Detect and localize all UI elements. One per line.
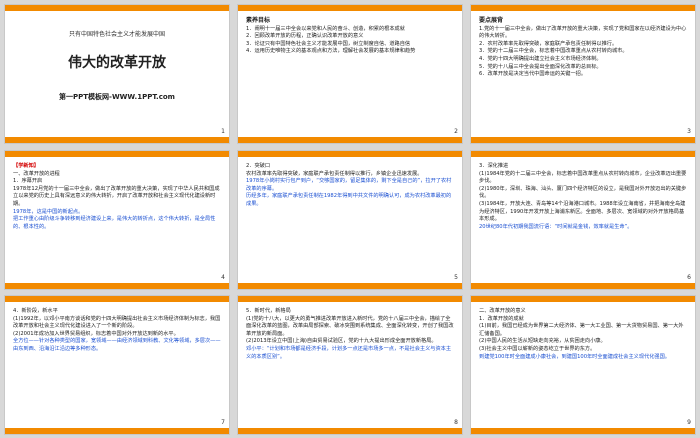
slide-5-line-1: 2．突破口 [246, 163, 271, 169]
slide-4-line-1: 【学新知】 [13, 163, 39, 169]
slide-8-line-1: 5．新时代，新格局 [246, 308, 291, 314]
slide-top-bar [5, 296, 229, 302]
slide-9-line-3: (1)目前，我国已经成为世界第二大经济体、第一大工业国、第一大货物贸易国、第一大… [479, 323, 684, 337]
slide-bottom-bar [238, 283, 462, 289]
slide-7-line-2: (1)1992年，以邓小平南方谈话和党的十四大明确提出社会主义市场经济体制为标志… [13, 315, 221, 330]
slide-1-top-line: 只有中国特色社会主义才能发展中国 [68, 31, 165, 38]
slide-thumbnail-8[interactable]: 5．新时代，新格局 (1)党的十八大，以更大的勇气推进改革开放进入新时代，党的十… [237, 295, 463, 435]
slide-top-bar [5, 151, 229, 157]
slide-3-line-3: 3．党的十二届三中全会，标志着中国改革重点从农村转向城市。 [479, 48, 628, 55]
slide-1-title: 伟大的改革开放 [68, 55, 166, 71]
slide-3-line-1: 1.党的十一届三中全会，做出了改革开放的重大决策，实现了党和国家在以经济建设为中… [479, 25, 687, 40]
slide-bottom-bar [471, 137, 695, 143]
slide-2-line-4: 4．运用历史唯物主义的基本观点和方法，理解社会发展的基本规律和趋势 [246, 48, 416, 55]
slide-bottom-bar [5, 428, 229, 434]
slide-1-site: 第一PPT模板网-WWW.1PPT.com [59, 93, 175, 101]
slide-thumbnail-3[interactable]: 要点展背 1.党的十一届三中全会，做出了改革开放的重大决策，实现了党和国家在以经… [470, 4, 696, 144]
slide-thumbnail-9[interactable]: 二、改革开放的意义 1．改革开放的成就 (1)目前，我国已经成为世界第二大经济体… [470, 295, 696, 435]
slide-top-bar [5, 5, 229, 11]
slide-top-bar [238, 151, 462, 157]
slide-bottom-bar [471, 283, 695, 289]
slide-7-line-1: 4．新阶段，新水平 [13, 308, 58, 314]
slide-thumbnail-2[interactable]: 素养目标 1．阐明十一届三中全会以来党和人民的奋斗、创造，积累的根本成就 2．回… [237, 4, 463, 144]
slide-7-line-4: 全方位——针对各种类型的国家，宽领域——由经济领域到科教、文化等领域，多层次——… [13, 338, 221, 352]
slide-number: 2 [454, 128, 458, 135]
slide-3-heading: 要点展背 [479, 17, 504, 24]
slide-number: 8 [454, 419, 458, 426]
slide-bottom-bar [238, 137, 462, 143]
slide-9-line-6: 到建党100年时全面建成小康社会，到建国100年时全面建成社会主义现代化强国。 [479, 353, 670, 360]
slide-top-bar [238, 296, 462, 302]
slide-6-line-2: (1)1984年党的十二届三中全会，标志着中国改革重点从农村转向城市，企业改革迈… [479, 170, 687, 185]
slide-6-line-4: (3)1984年，开放大连、青岛等14个沿海港口城市。1988年设立海南省，并把… [479, 200, 686, 223]
slide-2-line-2: 2．回顾改革开放的历程，正确认识改革开放的意义 [246, 33, 364, 40]
slide-bottom-bar [5, 137, 229, 143]
slide-9-line-4: (2)中国人民的生活从短缺走向充裕，从贫困走向小康。 [479, 338, 606, 345]
slide-8-line-2: (1)党的十八大，以更大的勇气推进改革开放进入新时代，党的十八届三中全会，描绘了… [246, 315, 454, 337]
slide-8-line-4: 邓小平：“计划和市场都是经济手段，计划多一点还是市场多一点，不是社会主义与资本主… [246, 345, 452, 360]
slide-thumbnail-5[interactable]: 2．突破口 农村改革率先取得突破，家庭联产承包责任制得以推行，乡镇企业迅速发展。… [237, 150, 463, 290]
slide-bottom-bar [238, 428, 462, 434]
slide-number: 1 [221, 128, 225, 135]
slide-4-line-3: 1．序幕开启 [13, 178, 43, 185]
slide-6-line-1: 3．深化推进 [479, 163, 509, 169]
slide-6-line-5: 20世纪80年代初期我国流行语：“时间就是金钱，效率就是生命”。 [479, 223, 633, 230]
slide-4-line-6: 把工作重心由阶级斗争转移到经济建设上来，是伟大的转折点，这个伟大转折，是全局性的… [13, 216, 216, 230]
slide-6-line-3: (2)1980年，深圳、珠海、汕头、厦门四个经济特区的设立，是我国对外开放迈出的… [479, 185, 687, 200]
slide-number: 3 [687, 128, 691, 135]
slide-top-bar [471, 151, 695, 157]
slide-8-line-3: (2)2013年设立中国(上海)自由贸易试验区，党的十九大提出形成全面开放新格局… [246, 338, 437, 345]
slide-number: 7 [221, 419, 225, 426]
slide-top-bar [238, 5, 462, 11]
slide-bottom-bar [471, 428, 695, 434]
slide-9-line-5: (3)社会主义中国以崭新的姿态屹立于世界的东方。 [479, 345, 596, 352]
slide-5-line-4: 历经多年，家庭联产承包责任制在1982年得到中共文件的明确认可，成为农村改革最初… [246, 193, 452, 207]
slide-4-line-4: 1978年12月党的十一届三中全会，做出了改革开放的重大决策，实现了中华人民共和… [13, 185, 220, 207]
slide-number: 5 [454, 274, 458, 281]
slide-thumbnail-4[interactable]: 【学新知】 一、改革开放的进程 1．序幕开启 1978年12月党的十一届三中全会… [4, 150, 230, 290]
slide-4-line-2: 一、改革开放的进程 [13, 170, 60, 177]
slide-number: 6 [687, 274, 691, 281]
slide-thumbnail-7[interactable]: 4．新阶段，新水平 (1)1992年，以邓小平南方谈话和党的十四大明确提出社会主… [4, 295, 230, 435]
slide-number: 4 [221, 274, 225, 281]
slide-number: 9 [687, 419, 691, 426]
slide-thumbnail-1[interactable]: 只有中国特色社会主义才能发展中国 伟大的改革开放 第一PPT模板网-WWW.1P… [4, 4, 230, 144]
slide-top-bar [471, 296, 695, 302]
slide-bottom-bar [5, 283, 229, 289]
slide-5-line-3: 1978年小岗村实行包产到户，“交够国家的，留足集体的，剩下全是自己的”，拉开了… [246, 178, 452, 192]
slide-9-line-1: 二、改革开放的意义 [479, 308, 526, 314]
slide-3-line-6: 6．改革开放是决定当代中国命运的关键一招。 [479, 71, 587, 78]
slide-thumbnail-6[interactable]: 3．深化推进 (1)1984年党的十二届三中全会，标志着中国改革重点从农村转向城… [470, 150, 696, 290]
slide-3-line-4: 4．党的十四大明确提出建立社会主义市场经济体制。 [479, 55, 602, 62]
slide-2-heading: 素养目标 [246, 17, 271, 24]
slide-top-bar [471, 5, 695, 11]
